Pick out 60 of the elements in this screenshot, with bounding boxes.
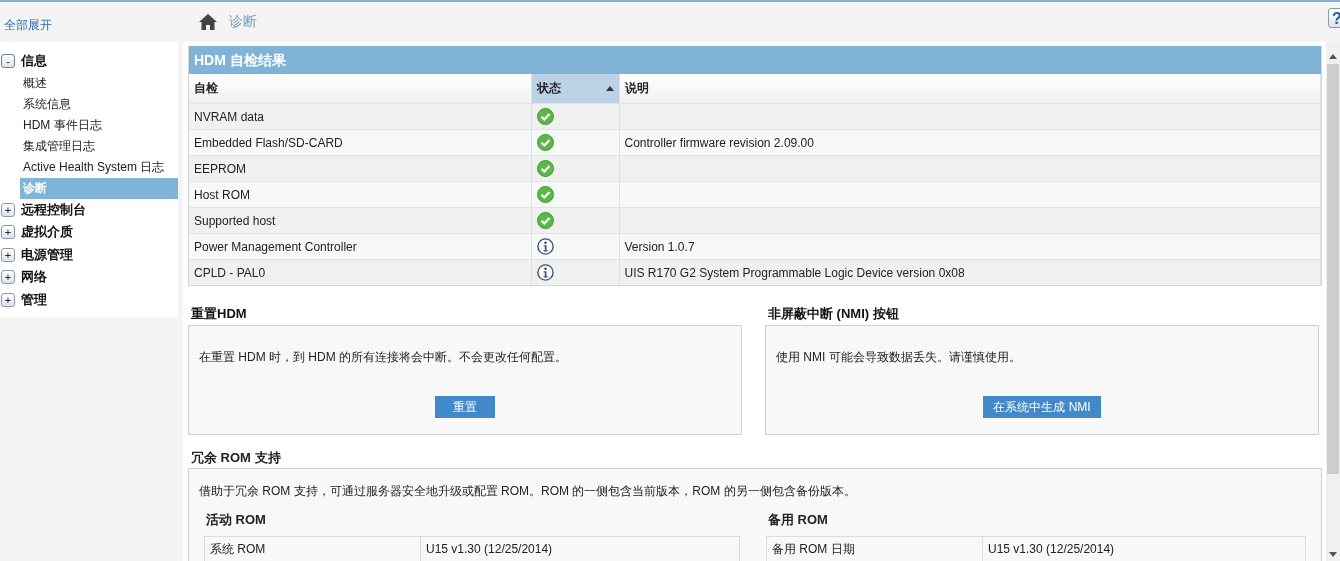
nav-item[interactable]: 集成管理日志 xyxy=(20,135,178,157)
check-icon xyxy=(536,186,554,203)
panel-title: 重置HDM xyxy=(191,306,248,322)
expand-toggle[interactable]: - xyxy=(1,54,15,69)
table-cell: CPLD - PAL0 xyxy=(189,259,531,285)
panel-text: 在重置 HDM 时，到 HDM 的所有连接将会中断。不会更改任何配置。 xyxy=(199,349,567,366)
action-button[interactable]: 在系统中生成 NMI xyxy=(983,396,1101,418)
column-header[interactable]: 状态 xyxy=(531,74,619,104)
check-icon xyxy=(536,108,554,125)
scrollbar[interactable] xyxy=(1326,42,1340,561)
column-header[interactable]: 说明 xyxy=(619,74,1321,104)
nav-item[interactable]: Active Health System 日志 xyxy=(20,156,178,178)
expand-toggle[interactable]: + xyxy=(1,202,15,217)
expand-toggle[interactable]: + xyxy=(1,270,15,285)
nav-item[interactable]: 系统信息 xyxy=(20,93,178,115)
nav-item[interactable]: 概述 xyxy=(20,72,178,94)
check-icon xyxy=(536,212,554,229)
nav-item[interactable]: 管理 xyxy=(21,290,47,309)
expand-all-link[interactable]: 全部展开 xyxy=(4,17,52,34)
action-button[interactable]: 重置 xyxy=(435,396,495,418)
breadcrumb: 诊断 xyxy=(229,13,257,31)
table-cell: U15 v1.30 (12/25/2014) xyxy=(982,536,1306,561)
table-cell: Embedded Flash/SD-CARD xyxy=(189,129,531,156)
expand-toggle[interactable]: + xyxy=(1,225,15,240)
expand-toggle[interactable]: + xyxy=(1,292,15,307)
table-cell: Version 1.0.7 xyxy=(619,233,1321,260)
table-cell: 备用 ROM 日期 xyxy=(766,536,983,561)
nav-item[interactable]: HDM 事件日志 xyxy=(20,114,178,136)
table-cell: UIS R170 G2 System Programmable Logic Device version 0x08 xyxy=(619,259,1321,285)
section-title: 冗余 ROM 支持 xyxy=(191,450,282,466)
group-title: 活动 ROM xyxy=(206,511,267,527)
nav-item[interactable]: 信息 xyxy=(21,52,47,71)
nav-item[interactable]: 虚拟介质 xyxy=(21,223,73,242)
scroll-up-icon[interactable] xyxy=(1329,54,1337,59)
nav-item[interactable]: 远程控制台 xyxy=(21,200,86,219)
section-description: 借助于冗余 ROM 支持，可通过服务器安全地升级或配置 ROM。ROM 的一侧包含当前版本，ROM 的另一侧包含备份版本。 xyxy=(199,483,857,500)
help-button[interactable]: ? xyxy=(1328,8,1340,28)
sort-icon xyxy=(605,86,614,91)
scroll-down-icon[interactable] xyxy=(1329,552,1337,557)
info-icon xyxy=(536,264,554,281)
column-header[interactable]: 自检 xyxy=(189,74,531,104)
table-cell: Supported host xyxy=(189,207,531,234)
section-title: HDM 自检结果 xyxy=(189,46,1321,74)
nav-item[interactable]: 电源管理 xyxy=(21,245,73,264)
group-title: 备用 ROM xyxy=(768,511,829,527)
table-cell: U15 v1.30 (12/25/2014) xyxy=(420,536,740,561)
panel-title: 非屏蔽中断 (NMI) 按钮 xyxy=(768,306,900,322)
table-cell: 系统 ROM xyxy=(204,536,421,561)
table-cell: Host ROM xyxy=(189,181,531,208)
table-cell: Controller firmware revision 2.09.00 xyxy=(619,129,1321,156)
nav-item[interactable]: 网络 xyxy=(21,268,47,287)
info-icon xyxy=(536,238,554,255)
check-icon xyxy=(536,134,554,151)
table-cell: NVRAM data xyxy=(189,103,531,130)
home-icon[interactable] xyxy=(199,14,217,30)
table-cell: EEPROM xyxy=(189,155,531,182)
panel-text: 使用 NMI 可能会导致数据丢失。请谨慎使用。 xyxy=(776,349,1021,366)
check-icon xyxy=(536,160,554,177)
table-cell: Power Management Controller xyxy=(189,233,531,260)
expand-toggle[interactable]: + xyxy=(1,247,15,262)
